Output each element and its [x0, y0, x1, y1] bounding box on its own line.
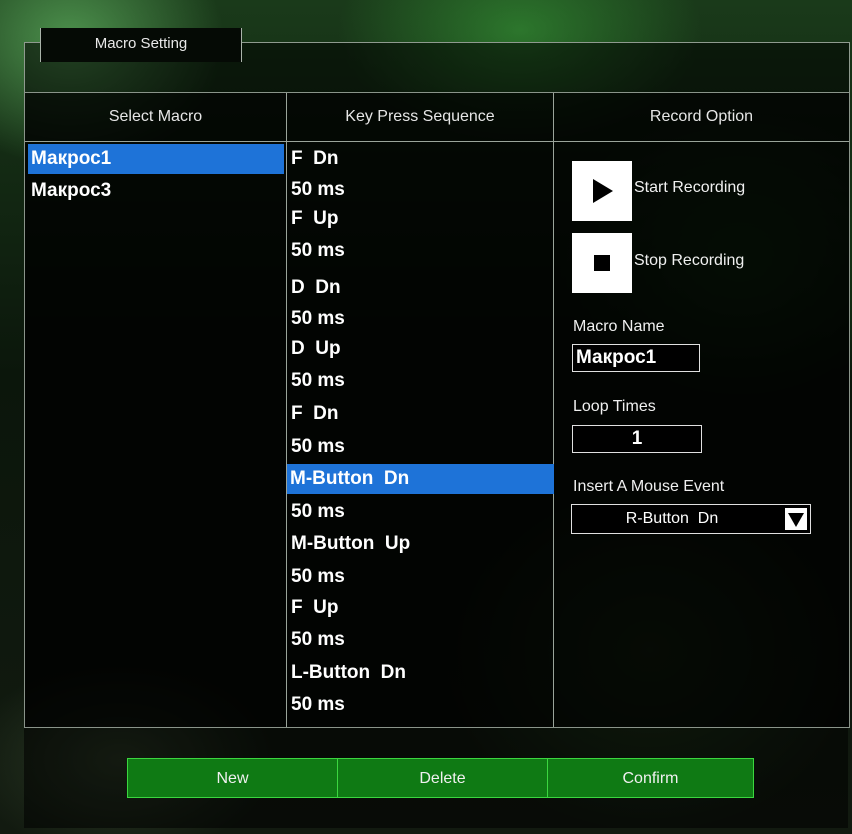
sequence-item[interactable]: 50 ms: [288, 304, 551, 333]
select-macro-header: Select Macro: [25, 93, 286, 142]
key-sequence-header: Key Press Sequence: [287, 93, 553, 142]
loop-times-field[interactable]: 1: [572, 425, 702, 453]
column-divider: [286, 93, 287, 727]
mouse-event-value: R-Button Dn: [625, 510, 719, 527]
stop-recording-label[interactable]: Stop Recording: [634, 252, 744, 270]
confirm-button[interactable]: Confirm: [547, 758, 754, 798]
dropdown-arrow-button[interactable]: [785, 508, 807, 530]
sequence-item[interactable]: D Up: [288, 334, 551, 363]
play-icon: [593, 179, 613, 203]
macro-setting-tab: Macro Setting: [40, 28, 242, 62]
sequence-item[interactable]: 50 ms: [288, 562, 551, 591]
sequence-item[interactable]: M-Button Dn: [287, 464, 554, 494]
sequence-item[interactable]: D Dn: [288, 273, 551, 302]
column-divider: [553, 93, 554, 727]
macro-list-item[interactable]: Макрос3: [28, 176, 284, 205]
stop-recording-button[interactable]: [572, 233, 632, 293]
dropdown-arrow-icon: [788, 513, 804, 527]
macro-list-item[interactable]: Макрос1: [28, 144, 284, 174]
sequence-item[interactable]: 50 ms: [288, 625, 551, 654]
sequence-item[interactable]: 50 ms: [288, 236, 551, 265]
sequence-item[interactable]: 50 ms: [288, 366, 551, 395]
mouse-event-label: Insert A Mouse Event: [573, 478, 725, 495]
macro-name-label: Macro Name: [573, 318, 665, 335]
new-button[interactable]: New: [127, 758, 338, 798]
sequence-item[interactable]: F Dn: [288, 144, 551, 173]
start-recording-label[interactable]: Start Recording: [634, 179, 745, 197]
sequence-item[interactable]: 50 ms: [288, 497, 551, 526]
macro-name-field[interactable]: Макрос1: [572, 344, 700, 372]
sequence-item[interactable]: F Up: [288, 204, 551, 233]
loop-times-label: Loop Times: [573, 398, 656, 415]
sequence-item[interactable]: M-Button Up: [288, 529, 551, 558]
sequence-item[interactable]: 50 ms: [288, 690, 551, 719]
sequence-item[interactable]: L-Button Dn: [288, 658, 551, 687]
sequence-item[interactable]: 50 ms: [288, 432, 551, 461]
sequence-item[interactable]: F Dn: [288, 399, 551, 428]
delete-button[interactable]: Delete: [337, 758, 548, 798]
stop-icon: [594, 255, 610, 271]
record-option-header: Record Option: [554, 93, 849, 142]
start-recording-button[interactable]: [572, 161, 632, 221]
mouse-event-dropdown[interactable]: R-Button Dn: [571, 504, 811, 534]
sequence-item[interactable]: F Up: [288, 593, 551, 622]
group-title: Macro Setting: [94, 35, 188, 52]
macro-panel: Select Macro Key Press Sequence Record O…: [24, 92, 850, 728]
sequence-item[interactable]: 50 ms: [288, 175, 551, 204]
